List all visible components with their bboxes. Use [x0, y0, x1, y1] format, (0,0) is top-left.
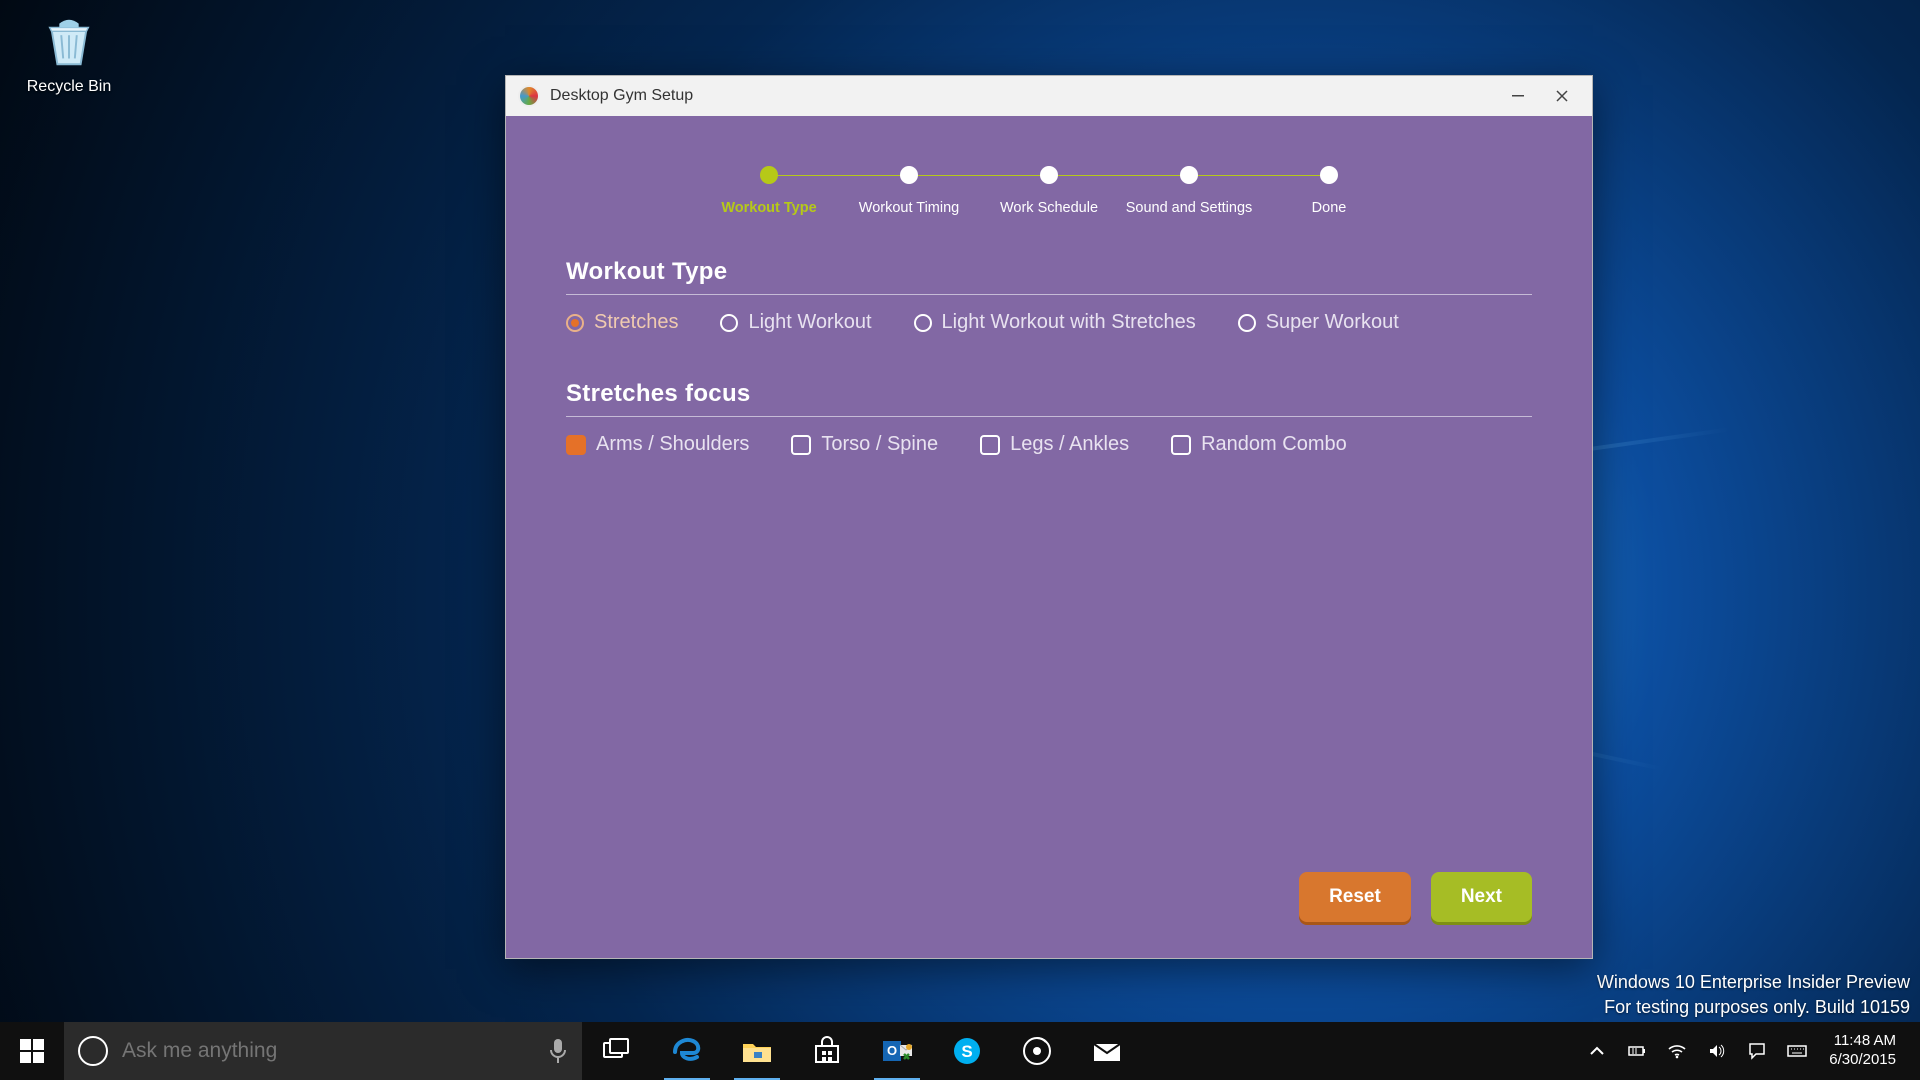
radio-icon — [720, 314, 738, 332]
recycle-bin-icon[interactable]: Recycle Bin — [14, 10, 124, 96]
wizard-stepper: Workout Type Workout Timing Work Schedul… — [566, 166, 1532, 216]
svg-text:O: O — [887, 1043, 897, 1058]
step-workout-timing[interactable]: Workout Timing — [839, 166, 979, 216]
section-title-workout-type: Workout Type — [566, 258, 1532, 286]
workout-type-options: Stretches Light Workout Light Workout wi… — [566, 311, 1532, 334]
step-dot-icon — [900, 166, 918, 184]
search-input[interactable] — [122, 1039, 534, 1063]
step-sound-settings[interactable]: Sound and Settings — [1119, 166, 1259, 216]
footer-buttons: Reset Next — [1299, 872, 1532, 922]
step-done[interactable]: Done — [1259, 166, 1399, 216]
start-button[interactable] — [0, 1022, 64, 1080]
divider — [566, 416, 1532, 417]
desktop-background: Recycle Bin Windows 10 Enterprise Inside… — [0, 0, 1920, 1080]
store-icon[interactable] — [792, 1022, 862, 1080]
file-explorer-icon[interactable] — [722, 1022, 792, 1080]
checkbox-icon — [566, 435, 586, 455]
step-dot-icon — [1040, 166, 1058, 184]
radio-icon — [914, 314, 932, 332]
keyboard-icon[interactable] — [1777, 1022, 1817, 1080]
step-workout-type[interactable]: Workout Type — [699, 166, 839, 216]
outlook-icon[interactable]: O — [862, 1022, 932, 1080]
checkbox-icon — [980, 435, 1000, 455]
reset-button[interactable]: Reset — [1299, 872, 1411, 922]
app-body: Workout Type Workout Timing Work Schedul… — [506, 116, 1592, 958]
check-arms-shoulders[interactable]: Arms / Shoulders — [566, 433, 749, 456]
system-tray: 11:48 AM 6/30/2015 — [1577, 1022, 1920, 1080]
windows-watermark: Windows 10 Enterprise Insider Preview Fo… — [1597, 970, 1910, 1020]
title-bar[interactable]: Desktop Gym Setup — [506, 76, 1592, 116]
divider — [566, 294, 1532, 295]
radio-icon — [1238, 314, 1256, 332]
time-text: 11:48 AM — [1829, 1032, 1896, 1051]
radio-icon — [566, 314, 584, 332]
task-view-icon[interactable] — [582, 1022, 652, 1080]
app-icon — [518, 85, 540, 107]
check-torso-spine[interactable]: Torso / Spine — [791, 433, 938, 456]
battery-icon[interactable] — [1617, 1022, 1657, 1080]
radio-light-workout-stretches[interactable]: Light Workout with Stretches — [914, 311, 1196, 334]
recycle-bin-label: Recycle Bin — [14, 78, 124, 96]
step-dot-icon — [760, 166, 778, 184]
tray-overflow-icon[interactable] — [1577, 1022, 1617, 1080]
radio-super-workout[interactable]: Super Workout — [1238, 311, 1399, 334]
step-work-schedule[interactable]: Work Schedule — [979, 166, 1119, 216]
checkbox-icon — [1171, 435, 1191, 455]
wifi-icon[interactable] — [1657, 1022, 1697, 1080]
clock[interactable]: 11:48 AM 6/30/2015 — [1817, 1032, 1908, 1070]
check-random-combo[interactable]: Random Combo — [1171, 433, 1347, 456]
search-box[interactable] — [64, 1022, 582, 1080]
next-button[interactable]: Next — [1431, 872, 1532, 922]
check-legs-ankles[interactable]: Legs / Ankles — [980, 433, 1129, 456]
radio-stretches[interactable]: Stretches — [566, 311, 678, 334]
checkbox-icon — [791, 435, 811, 455]
app-window: Desktop Gym Setup Workout Type Workout T… — [505, 75, 1593, 959]
close-button[interactable] — [1540, 80, 1584, 112]
step-dot-icon — [1180, 166, 1198, 184]
groove-music-icon[interactable] — [1002, 1022, 1072, 1080]
microphone-icon[interactable] — [548, 1038, 568, 1064]
task-icons: O S — [582, 1022, 1142, 1080]
section-title-stretches-focus: Stretches focus — [566, 380, 1532, 408]
cortana-icon — [78, 1036, 108, 1066]
svg-text:S: S — [961, 1042, 972, 1061]
step-dot-icon — [1320, 166, 1338, 184]
stretches-focus-options: Arms / Shoulders Torso / Spine Legs / An… — [566, 433, 1532, 456]
date-text: 6/30/2015 — [1829, 1051, 1896, 1070]
mail-icon[interactable] — [1072, 1022, 1142, 1080]
edge-icon[interactable] — [652, 1022, 722, 1080]
skype-icon[interactable]: S — [932, 1022, 1002, 1080]
window-title: Desktop Gym Setup — [550, 87, 693, 105]
radio-light-workout[interactable]: Light Workout — [720, 311, 871, 334]
volume-icon[interactable] — [1697, 1022, 1737, 1080]
minimize-button[interactable] — [1496, 80, 1540, 112]
taskbar: O S — [0, 1022, 1920, 1080]
action-center-icon[interactable] — [1737, 1022, 1777, 1080]
